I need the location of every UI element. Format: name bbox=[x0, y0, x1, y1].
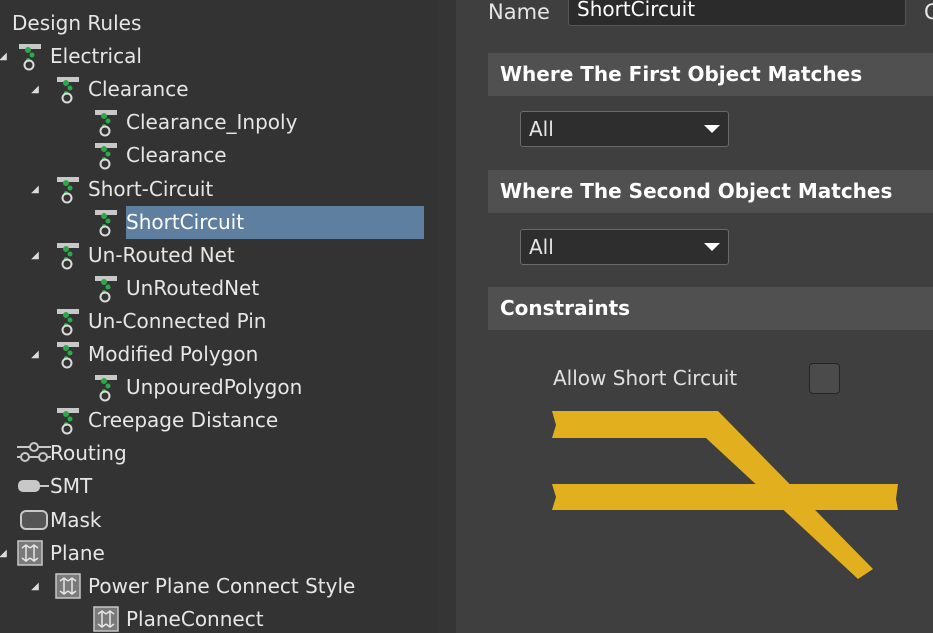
tree-item-unpouredpolygon[interactable]: UnpouredPolygon bbox=[0, 371, 438, 404]
first-object-scope-value: All bbox=[529, 117, 554, 141]
tree-item-label: Clearance_Inpoly bbox=[126, 110, 298, 135]
tree-item-label: UnpouredPolygon bbox=[126, 375, 303, 400]
chevron-down-icon bbox=[704, 125, 720, 133]
tree-item-routing[interactable]: Routing bbox=[0, 437, 438, 470]
first-object-section-header: Where The First Object Matches bbox=[488, 53, 933, 96]
comment-label-partial: C bbox=[924, 0, 933, 24]
tree-item-clearance-inpoly[interactable]: Clearance_Inpoly bbox=[0, 106, 438, 139]
plane-icon bbox=[17, 538, 43, 568]
short-circuit-illustration bbox=[552, 411, 898, 579]
tree-item-un-routed-net[interactable]: ◢ Un-Routed Net bbox=[0, 239, 438, 272]
plane-icon bbox=[93, 604, 119, 633]
tree-item-label: Modified Polygon bbox=[88, 342, 259, 366]
tree-item-label: SMT bbox=[50, 474, 93, 499]
tree-item-label: PlaneConnect bbox=[126, 606, 264, 631]
lower-trace bbox=[552, 484, 898, 510]
design-rules-tree[interactable]: Design Rules◢Electrical◢ClearanceClearan… bbox=[0, 0, 440, 633]
second-object-scope-dropdown[interactable]: All bbox=[520, 229, 729, 265]
tree-item-label: Clearance bbox=[88, 77, 189, 102]
tree-item-power-plane-connect-style[interactable]: ◢ Power Plane Connect Style bbox=[0, 570, 438, 603]
expand-toggle-icon[interactable]: ◢ bbox=[28, 173, 42, 206]
rule-category-icon bbox=[17, 41, 43, 71]
expand-toggle-icon[interactable]: ◢ bbox=[28, 239, 42, 272]
tree-item-mask[interactable]: Mask bbox=[0, 504, 438, 537]
tree-item-label: Design Rules bbox=[12, 11, 142, 35]
constraints-section-header: Constraints bbox=[488, 287, 933, 330]
rule-category-icon bbox=[55, 405, 81, 435]
tree-item-unroutednet[interactable]: UnRoutedNet bbox=[0, 272, 438, 305]
tree-item-label: Plane bbox=[50, 540, 105, 565]
tree-item-creepage-distance[interactable]: Creepage Distance bbox=[0, 404, 438, 437]
second-object-scope-value: All bbox=[529, 235, 554, 259]
tree-item-un-connected-pin[interactable]: Un-Connected Pin bbox=[0, 305, 438, 338]
tree-item-smt[interactable]: SMT bbox=[0, 470, 438, 503]
tree-item-clearance[interactable]: ◢ Clearance bbox=[0, 73, 438, 106]
tree-item-label: Electrical bbox=[50, 44, 142, 69]
rule-icon bbox=[93, 372, 119, 402]
name-label: Name bbox=[488, 0, 550, 24]
rule-icon bbox=[93, 140, 119, 170]
tree-item-label: Clearance bbox=[126, 143, 227, 168]
rule-category-icon bbox=[55, 339, 81, 369]
second-object-section-header: Where The Second Object Matches bbox=[488, 170, 933, 213]
tree-item-label: Short-Circuit bbox=[88, 176, 214, 201]
smt-icon bbox=[17, 471, 49, 501]
expand-toggle-icon[interactable]: ◢ bbox=[28, 338, 42, 371]
chevron-down-icon bbox=[704, 243, 720, 251]
expand-toggle-icon[interactable]: ◢ bbox=[0, 537, 10, 570]
tree-item-design-rules[interactable]: Design Rules bbox=[0, 7, 438, 40]
rule-properties-panel: Name ShortCircuit C Where The First Obje… bbox=[456, 0, 933, 633]
rule-icon bbox=[93, 273, 119, 303]
routing-icon bbox=[17, 438, 51, 468]
tree-item-label: ShortCircuit bbox=[126, 205, 425, 239]
rule-category-icon bbox=[55, 174, 81, 204]
tree-item-label: Un-Connected Pin bbox=[88, 308, 267, 333]
tree-item-modified-polygon[interactable]: ◢ Modified Polygon bbox=[0, 338, 438, 371]
first-object-scope-dropdown[interactable]: All bbox=[520, 111, 729, 147]
rule-name-input[interactable]: ShortCircuit bbox=[568, 0, 906, 26]
panel-splitter[interactable] bbox=[439, 0, 456, 633]
rule-category-icon bbox=[55, 306, 81, 336]
rule-icon bbox=[93, 207, 119, 237]
rule-icon bbox=[93, 107, 119, 137]
tree-item-short-circuit[interactable]: ◢ Short-Circuit bbox=[0, 173, 438, 206]
expand-toggle-icon[interactable]: ◢ bbox=[28, 73, 42, 106]
mask-icon bbox=[17, 505, 48, 535]
rule-category-icon bbox=[55, 240, 81, 270]
tree-item-clearance[interactable]: Clearance bbox=[0, 139, 438, 172]
plane-icon bbox=[55, 571, 81, 601]
tree-item-label: Routing bbox=[50, 441, 127, 466]
tree-item-planeconnect[interactable]: PlaneConnect bbox=[0, 603, 438, 633]
tree-item-label: UnRoutedNet bbox=[126, 275, 260, 300]
rule-category-icon bbox=[55, 74, 81, 104]
tree-item-electrical[interactable]: ◢ Electrical bbox=[0, 40, 438, 73]
tree-item-shortcircuit[interactable]: ShortCircuit bbox=[0, 205, 438, 239]
tree-item-label: Un-Routed Net bbox=[88, 242, 235, 267]
tree-item-label: Power Plane Connect Style bbox=[88, 573, 356, 598]
tree-item-label: Mask bbox=[50, 507, 102, 532]
allow-short-circuit-checkbox[interactable] bbox=[809, 363, 840, 394]
expand-toggle-icon[interactable]: ◢ bbox=[28, 570, 42, 603]
tree-item-label: Creepage Distance bbox=[88, 408, 279, 433]
expand-toggle-icon[interactable]: ◢ bbox=[0, 40, 10, 73]
allow-short-circuit-label: Allow Short Circuit bbox=[553, 366, 738, 390]
tree-item-plane[interactable]: ◢ Plane bbox=[0, 537, 438, 570]
